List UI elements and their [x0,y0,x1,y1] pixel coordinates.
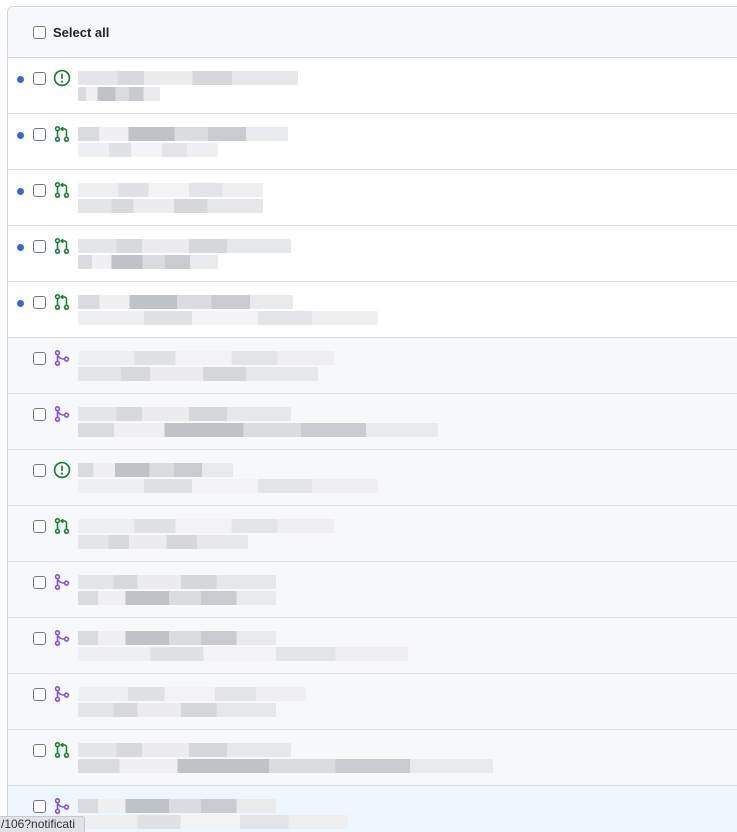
notification-subtitle-redacted [78,87,160,101]
notification-title-redacted[interactable] [78,351,334,365]
status-bar-url: /106?notificati [0,816,85,832]
select-all-label[interactable]: Select all [53,25,109,40]
notification-title-redacted[interactable] [78,295,293,309]
notification-title-redacted[interactable] [78,183,263,197]
notification-row[interactable] [8,226,737,282]
notification-checkbox[interactable] [33,576,46,589]
notification-title-redacted[interactable] [78,71,298,85]
notification-title-redacted[interactable] [78,127,288,141]
notification-subtitle-redacted [78,815,348,829]
notification-subtitle-redacted [78,143,218,157]
git-merge-icon [53,573,71,591]
notification-row[interactable] [8,618,737,674]
notification-checkbox[interactable] [33,632,46,645]
notification-row[interactable] [8,170,737,226]
notification-checkbox[interactable] [33,464,46,477]
git-pull-request-icon [53,293,71,311]
notification-title-redacted[interactable] [78,519,334,533]
notification-subtitle-redacted [78,535,248,549]
notification-row[interactable] [8,450,737,506]
git-merge-icon [53,797,71,815]
notification-row[interactable] [8,58,737,114]
notification-row[interactable] [8,394,737,450]
notification-checkbox[interactable] [33,72,46,85]
notification-row[interactable] [8,730,737,786]
notification-row[interactable] [8,114,737,170]
notification-subtitle-redacted [78,255,218,269]
notification-title-redacted[interactable] [78,687,306,701]
git-merge-icon [53,685,71,703]
notification-row[interactable] [8,562,737,618]
git-pull-request-icon [53,125,71,143]
notification-list [8,58,737,832]
notification-subtitle-redacted [78,479,378,493]
issue-opened-icon [53,461,71,479]
git-pull-request-icon [53,741,71,759]
notifications-header: Select all [8,7,737,58]
notification-checkbox[interactable] [33,240,46,253]
notification-checkbox[interactable] [33,688,46,701]
notification-row[interactable] [8,674,737,730]
notification-subtitle-redacted [78,703,276,717]
notification-title-redacted[interactable] [78,743,291,757]
notification-subtitle-redacted [78,311,378,325]
notification-title-redacted[interactable] [78,407,291,421]
git-pull-request-icon [53,181,71,199]
notification-checkbox[interactable] [33,744,46,757]
notification-checkbox[interactable] [33,800,46,813]
unread-indicator-dot [17,132,24,139]
issue-opened-icon [53,69,71,87]
select-all-checkbox[interactable] [33,25,46,39]
git-merge-icon [53,405,71,423]
notifications-panel: Select all [7,6,737,832]
unread-indicator-dot [17,188,24,195]
notification-title-redacted[interactable] [78,799,276,813]
notification-checkbox[interactable] [33,128,46,141]
notification-subtitle-redacted [78,647,408,661]
notification-title-redacted[interactable] [78,575,276,589]
git-pull-request-icon [53,237,71,255]
unread-indicator-dot [17,300,24,307]
unread-indicator-dot [17,76,24,83]
notification-title-redacted[interactable] [78,239,291,253]
notification-subtitle-redacted [78,591,276,605]
notification-subtitle-redacted [78,759,493,773]
notification-checkbox[interactable] [33,184,46,197]
notification-subtitle-redacted [78,423,438,437]
notification-title-redacted[interactable] [78,631,276,645]
unread-indicator-dot [17,244,24,251]
notification-checkbox[interactable] [33,296,46,309]
notification-checkbox[interactable] [33,408,46,421]
git-merge-icon [53,629,71,647]
notification-row[interactable] [8,506,737,562]
notification-row[interactable] [8,282,737,338]
notification-row[interactable] [8,786,737,832]
git-merge-icon [53,349,71,367]
notification-checkbox[interactable] [33,520,46,533]
notification-subtitle-redacted [78,199,263,213]
notification-subtitle-redacted [78,367,318,381]
git-pull-request-icon [53,517,71,535]
notification-row[interactable] [8,338,737,394]
notification-title-redacted[interactable] [78,463,233,477]
notification-checkbox[interactable] [33,352,46,365]
